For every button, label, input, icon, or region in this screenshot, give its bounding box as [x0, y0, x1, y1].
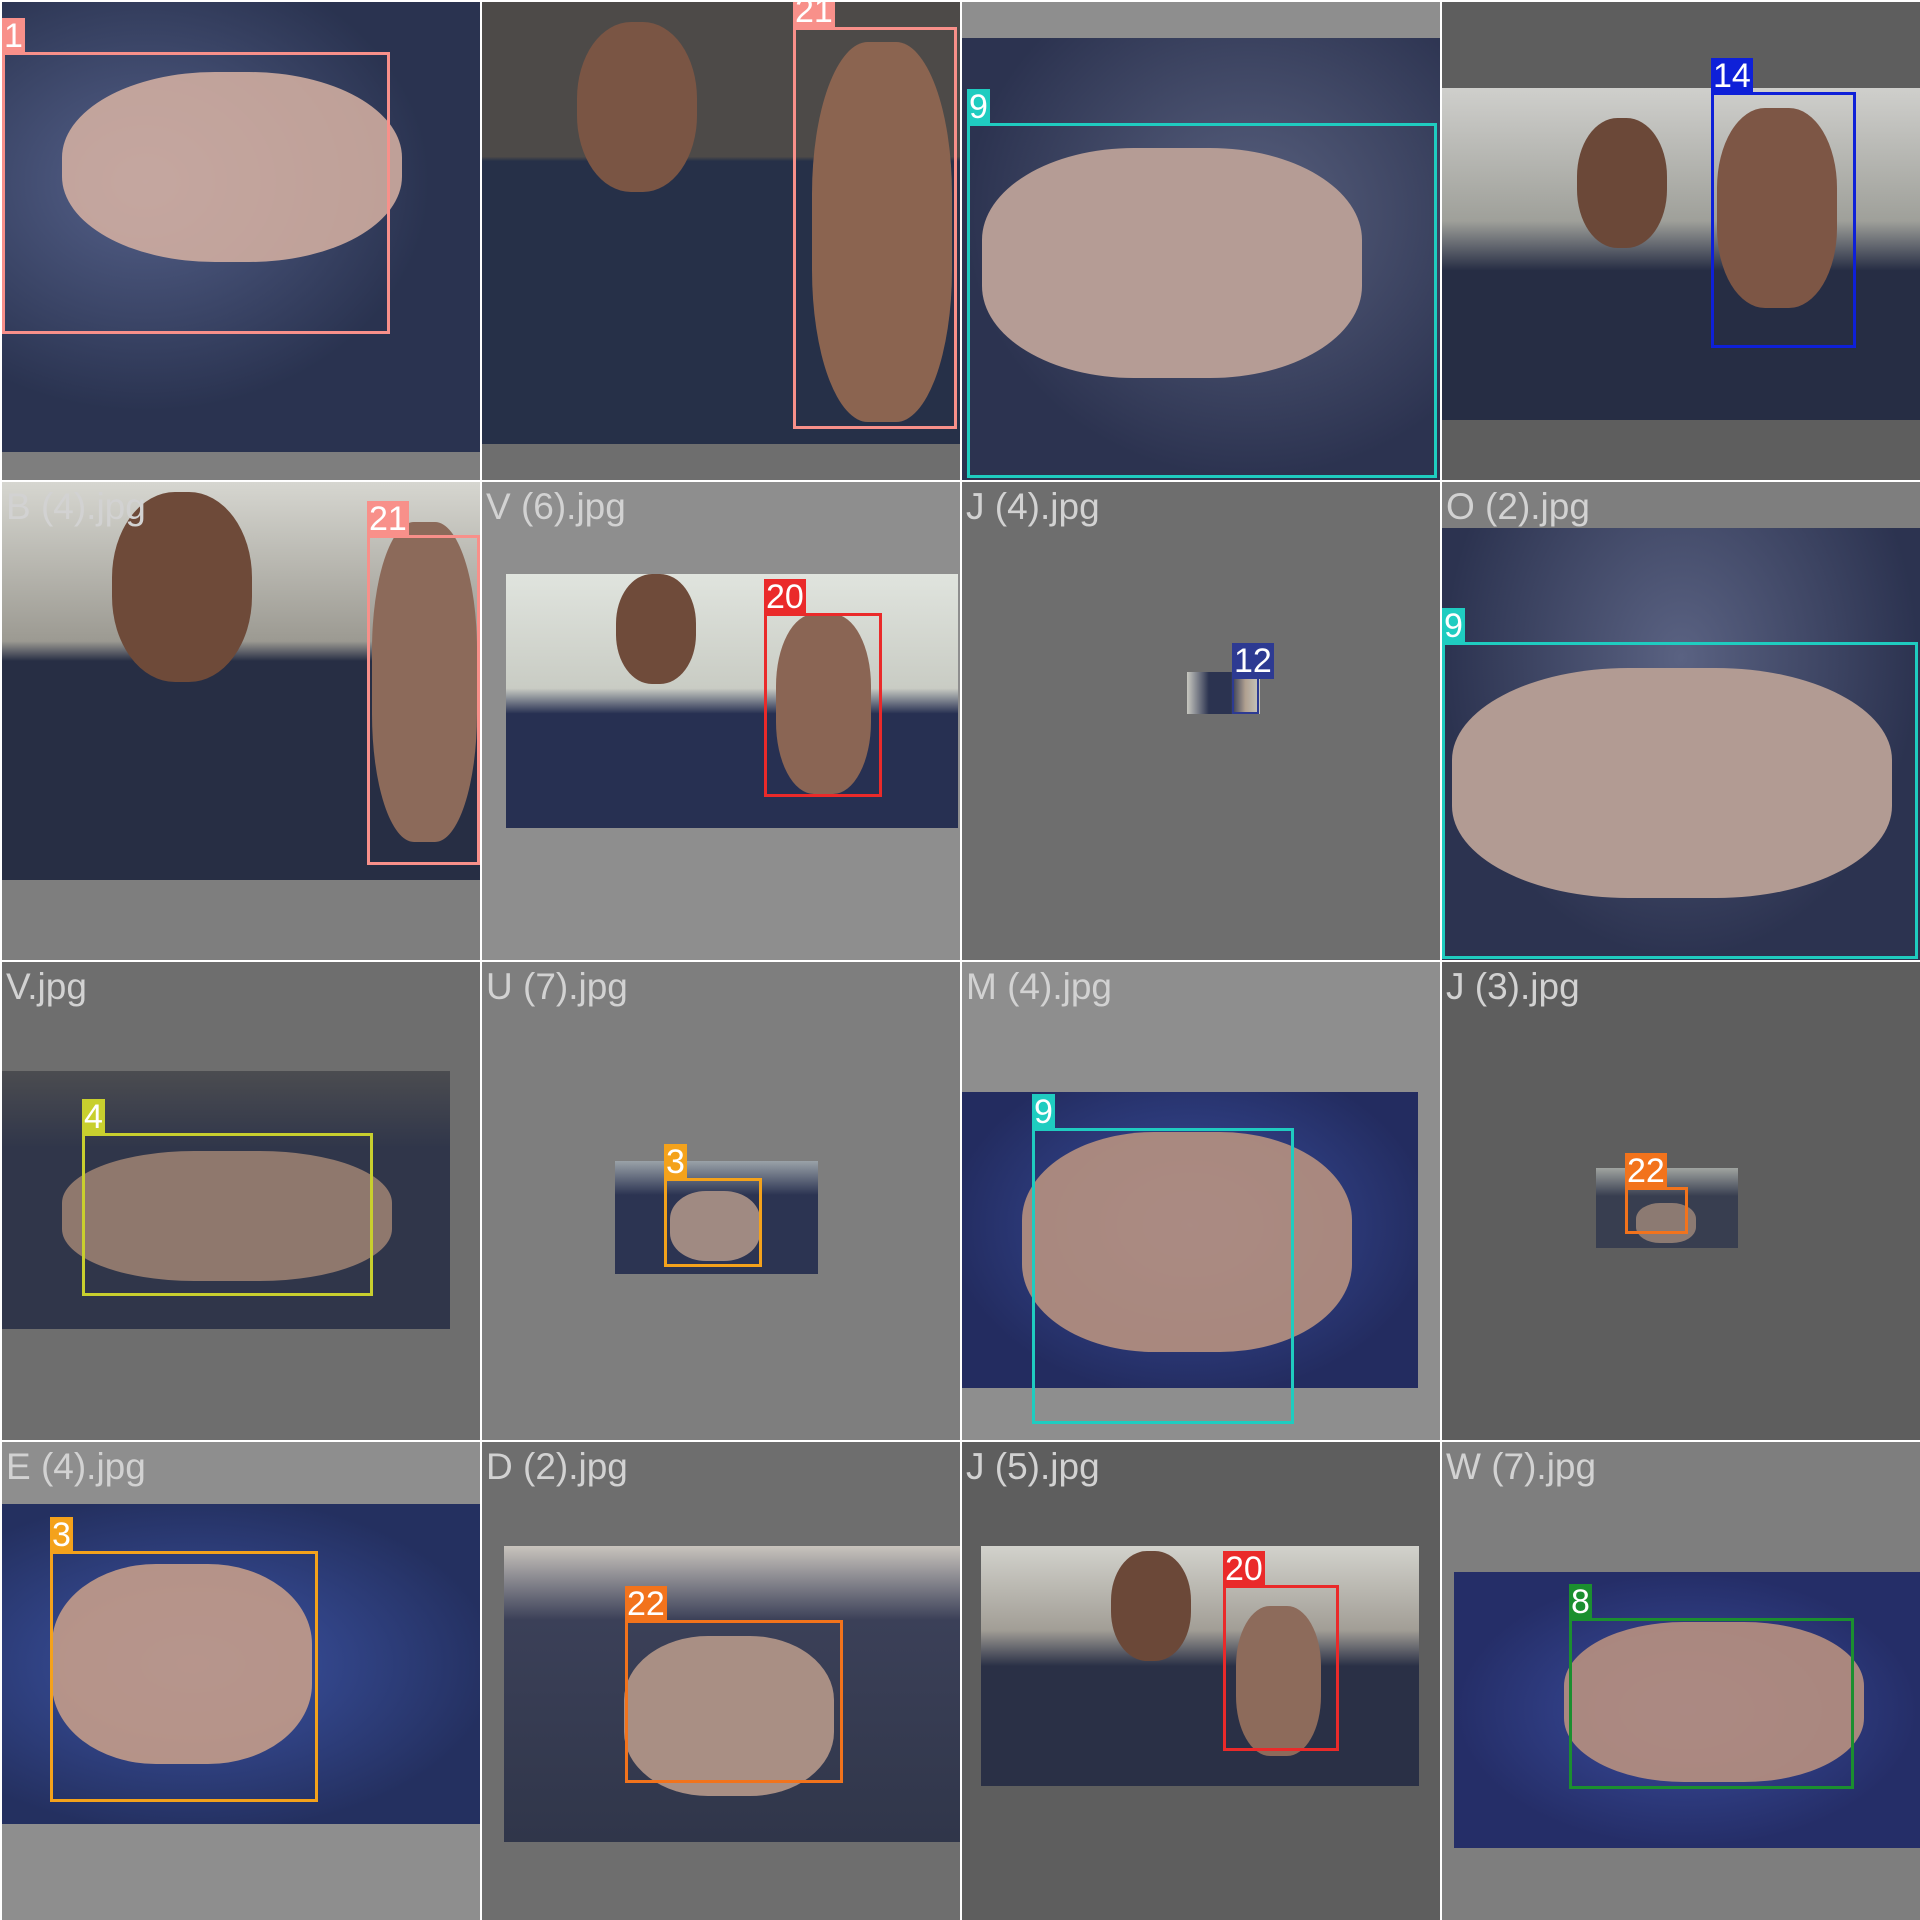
class-label: 4	[82, 1098, 105, 1136]
class-label: 22	[625, 1585, 667, 1623]
mosaic-tile[interactable]: M (4).jpg 9	[962, 962, 1440, 1440]
mosaic-tile[interactable]: D (2).jpg 22	[482, 1442, 960, 1920]
mosaic-tile[interactable]: 1	[2, 2, 480, 480]
filename-caption: E (4).jpg	[6, 1446, 146, 1487]
bounding-box[interactable]	[1232, 677, 1259, 714]
class-label: 3	[50, 1516, 73, 1554]
mosaic-tile[interactable]: E (4).jpg 3	[2, 1442, 480, 1920]
class-label: 14	[1711, 57, 1753, 95]
class-label: 21	[367, 500, 409, 538]
class-label: 20	[764, 578, 806, 616]
class-label: 22	[1625, 1152, 1667, 1190]
mosaic-tile[interactable]: U (7).jpg 3	[482, 962, 960, 1440]
bounding-box[interactable]	[50, 1551, 318, 1802]
class-label: 12	[1232, 642, 1274, 680]
class-label: 21	[793, 2, 835, 29]
class-label: 9	[1032, 1093, 1055, 1131]
bounding-box[interactable]	[367, 535, 480, 865]
bounding-box[interactable]	[1711, 92, 1856, 348]
training-image	[506, 574, 958, 828]
filename-caption: D (2).jpg	[486, 1446, 628, 1487]
bounding-box[interactable]	[764, 613, 882, 797]
bounding-box[interactable]	[1032, 1128, 1294, 1424]
class-label: 20	[1223, 1550, 1265, 1588]
filename-caption: O (2).jpg	[1446, 486, 1590, 527]
mosaic-tile[interactable]: O (2).jpg 9	[1442, 482, 1920, 960]
filename-caption: J (3).jpg	[1446, 966, 1580, 1007]
filename-caption: V.jpg	[6, 966, 87, 1007]
filename-caption: J (5).jpg	[966, 1446, 1100, 1487]
bounding-box[interactable]	[967, 123, 1437, 478]
bounding-box[interactable]	[2, 52, 390, 334]
mosaic-tile[interactable]: 9	[962, 2, 1440, 480]
mosaic-tile[interactable]: W (7).jpg 8	[1442, 1442, 1920, 1920]
bounding-box[interactable]	[1569, 1618, 1854, 1789]
mosaic-tile[interactable]: 21	[482, 2, 960, 480]
filename-caption: W (7).jpg	[1446, 1446, 1597, 1487]
bounding-box[interactable]	[1625, 1187, 1688, 1234]
bounding-box[interactable]	[664, 1178, 762, 1267]
class-label: 9	[1442, 607, 1465, 645]
mosaic-tile[interactable]: J (5).jpg 20	[962, 1442, 1440, 1920]
filename-caption: B (4).jpg	[6, 486, 146, 527]
training-image	[981, 1546, 1419, 1786]
mosaic-tile[interactable]: 14	[1442, 2, 1920, 480]
class-label: 8	[1569, 1583, 1592, 1621]
bounding-box[interactable]	[1223, 1585, 1339, 1751]
mosaic-tile[interactable]: J (3).jpg 22	[1442, 962, 1920, 1440]
filename-caption: J (4).jpg	[966, 486, 1100, 527]
class-label: 3	[664, 1143, 687, 1181]
bounding-box[interactable]	[82, 1133, 373, 1296]
mosaic-tile[interactable]: B (4).jpg 21	[2, 482, 480, 960]
class-label: 9	[967, 88, 990, 126]
bounding-box[interactable]	[1442, 642, 1918, 959]
class-label: 1	[2, 17, 25, 55]
mosaic-tile[interactable]: V.jpg 4	[2, 962, 480, 1440]
bounding-box[interactable]	[793, 27, 957, 429]
mosaic-tile[interactable]: V (6).jpg 20	[482, 482, 960, 960]
bounding-box[interactable]	[625, 1620, 843, 1783]
filename-caption: V (6).jpg	[486, 486, 626, 527]
filename-caption: M (4).jpg	[966, 966, 1112, 1007]
filename-caption: U (7).jpg	[486, 966, 628, 1007]
mosaic-tile[interactable]: J (4).jpg 12	[962, 482, 1440, 960]
